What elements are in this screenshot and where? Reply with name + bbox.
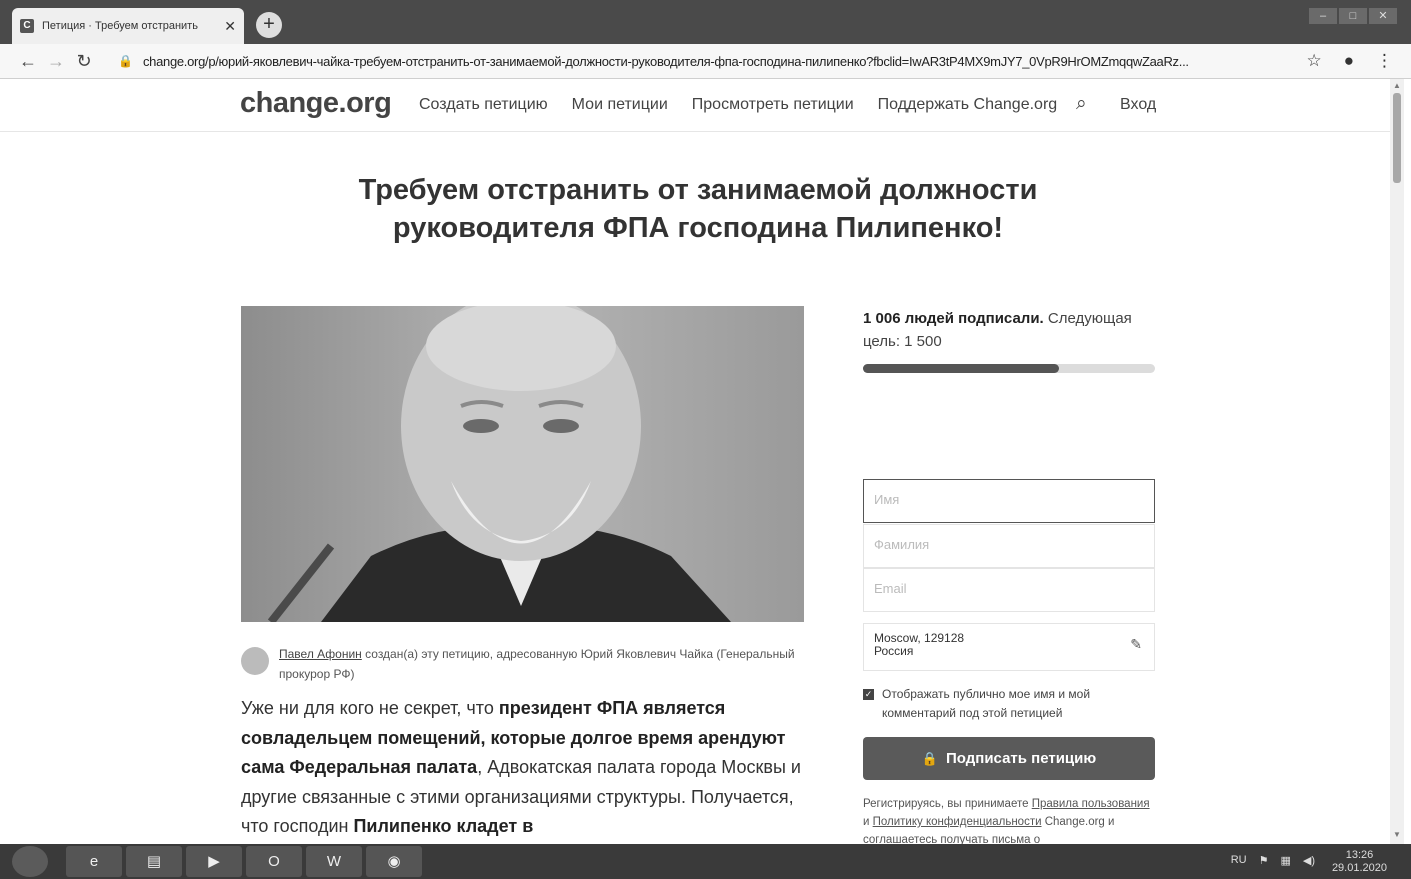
taskbar: e ▤ ▶ O W ◉ RU ⚑ ▦ ◀) 13:26 29.01.2020 <box>0 844 1411 879</box>
avatar <box>241 647 269 675</box>
url-text: change.org/p/юрий-яковлевич-чайка-требуе… <box>142 53 1189 69</box>
maximize-button[interactable]: □ <box>1339 8 1367 24</box>
site-logo[interactable]: change.org <box>240 87 392 120</box>
first-name-field[interactable]: Имя <box>863 479 1155 523</box>
sign-button-label: Подписать петицию <box>946 750 1097 767</box>
petition-photo <box>241 306 804 622</box>
page-content: change.org Создать петицию Мои петиции П… <box>0 79 1411 844</box>
edit-pencil-icon[interactable]: ✎ <box>1130 637 1142 651</box>
email-field[interactable]: Email <box>863 568 1155 612</box>
profile-icon[interactable]: ● <box>1344 51 1354 71</box>
public-name-checkbox-row: ✓ Отображать публично мое имя и мой комм… <box>863 685 1155 723</box>
explorer-icon[interactable]: ▤ <box>126 846 182 877</box>
petition-body: Уже ни для кого не секрет, что президент… <box>241 694 801 842</box>
flag-icon[interactable]: ⚑ <box>1259 854 1269 867</box>
reload-icon[interactable]: ↻ <box>70 51 98 72</box>
clock[interactable]: 13:26 29.01.2020 <box>1332 849 1387 875</box>
system-tray: RU ⚑ ▦ ◀) <box>1231 854 1315 867</box>
tab-close-icon[interactable]: ✕ <box>224 18 236 35</box>
back-icon[interactable]: ← <box>14 51 42 72</box>
page-scrollbar[interactable]: ▲ ▼ <box>1390 79 1404 844</box>
checkbox-label: Отображать публично мое имя и мой коммен… <box>882 687 1091 720</box>
clock-time: 13:26 <box>1345 849 1374 861</box>
nav-create-petition[interactable]: Создать петицию <box>419 96 548 114</box>
terms-text: Регистрируясь, вы принимаете Правила пол… <box>863 795 1155 844</box>
public-name-checkbox[interactable]: ✓ <box>863 689 874 700</box>
login-link[interactable]: Вход <box>1120 96 1156 114</box>
petition-title: Требуем отстранить от занимаемой должнос… <box>240 171 1156 247</box>
language-indicator[interactable]: RU <box>1231 854 1247 867</box>
scroll-up-icon[interactable]: ▲ <box>1393 81 1401 90</box>
window-controls: – □ ✕ <box>1309 8 1397 24</box>
signature-progress-bar <box>863 364 1155 373</box>
start-button[interactable] <box>12 846 48 877</box>
location-field[interactable]: Moscow, 129128 Россия ✎ <box>863 623 1155 671</box>
scrollbar-thumb[interactable] <box>1393 93 1401 183</box>
network-icon[interactable]: ▦ <box>1280 854 1290 867</box>
main-nav: Создать петицию Мои петиции Просмотреть … <box>419 96 1057 114</box>
minimize-button[interactable]: – <box>1309 8 1337 24</box>
menu-dots-icon[interactable]: ⋮ <box>1376 51 1393 71</box>
author-link[interactable]: Павел Афонин <box>279 647 362 661</box>
petition-author: Павел Афонин создан(а) эту петицию, адре… <box>241 644 801 684</box>
terms-of-use-link[interactable]: Правила пользования <box>1032 798 1150 810</box>
media-player-icon[interactable]: ▶ <box>186 846 242 877</box>
terms-prefix: Регистрируясь, вы принимаете <box>863 798 1032 810</box>
signed-count: 1 006 людей подписали. <box>863 310 1044 327</box>
location-line2: Россия <box>874 644 914 658</box>
word-icon[interactable]: W <box>306 846 362 877</box>
scroll-down-icon[interactable]: ▼ <box>1393 830 1401 839</box>
browser-tab-bar: C Петиция · Требуем отстранить ✕ + – □ ✕ <box>0 0 1411 44</box>
body-text-1: Уже ни для кого не секрет, что <box>241 698 499 718</box>
new-tab-button[interactable]: + <box>256 12 282 38</box>
last-name-field[interactable]: Фамилия <box>863 524 1155 568</box>
outlook-icon[interactable]: O <box>246 846 302 877</box>
url-field[interactable]: 🔒 change.org/p/юрий-яковлевич-чайка-треб… <box>118 49 1298 73</box>
forward-icon[interactable]: → <box>42 51 70 72</box>
ie-icon[interactable]: e <box>66 846 122 877</box>
favicon-icon: C <box>20 19 34 33</box>
volume-icon[interactable]: ◀) <box>1303 854 1315 867</box>
close-window-button[interactable]: ✕ <box>1369 8 1397 24</box>
address-bar-row: ← → ↻ 🔒 change.org/p/юрий-яковлевич-чайк… <box>0 44 1411 79</box>
signature-progress-fill <box>863 364 1059 373</box>
body-text-4: Пилипенко кладет в <box>353 816 534 836</box>
site-header: change.org Создать петицию Мои петиции П… <box>0 79 1390 132</box>
lock-icon: 🔒 <box>118 54 133 68</box>
nav-support[interactable]: Поддержать Change.org <box>878 96 1058 114</box>
clock-date: 29.01.2020 <box>1331 862 1387 874</box>
lock-icon: 🔒 <box>921 751 938 766</box>
chrome-icon[interactable]: ◉ <box>366 846 422 877</box>
tab-title: Петиция · Требуем отстранить <box>42 20 198 32</box>
petition-title-line1: Требуем отстранить от занимаемой должнос… <box>358 174 1038 206</box>
signature-count: 1 006 людей подписали. Следующая цель: 1… <box>863 307 1155 353</box>
sign-petition-button[interactable]: 🔒 Подписать петицию <box>863 737 1155 780</box>
privacy-policy-link[interactable]: Политику конфиденциальности <box>873 816 1042 828</box>
bookmark-star-icon[interactable]: ☆ <box>1306 51 1321 71</box>
nav-browse-petitions[interactable]: Просмотреть петиции <box>692 96 854 114</box>
nav-my-petitions[interactable]: Мои петиции <box>572 96 668 114</box>
search-icon[interactable]: ⌕ <box>1076 93 1087 115</box>
petition-title-line2: руководителя ФПА господина Пилипенко! <box>392 212 1004 244</box>
browser-tab[interactable]: C Петиция · Требуем отстранить ✕ <box>12 8 244 44</box>
location-line1: Moscow, 129128 <box>874 631 965 645</box>
terms-mid: и <box>863 816 873 828</box>
